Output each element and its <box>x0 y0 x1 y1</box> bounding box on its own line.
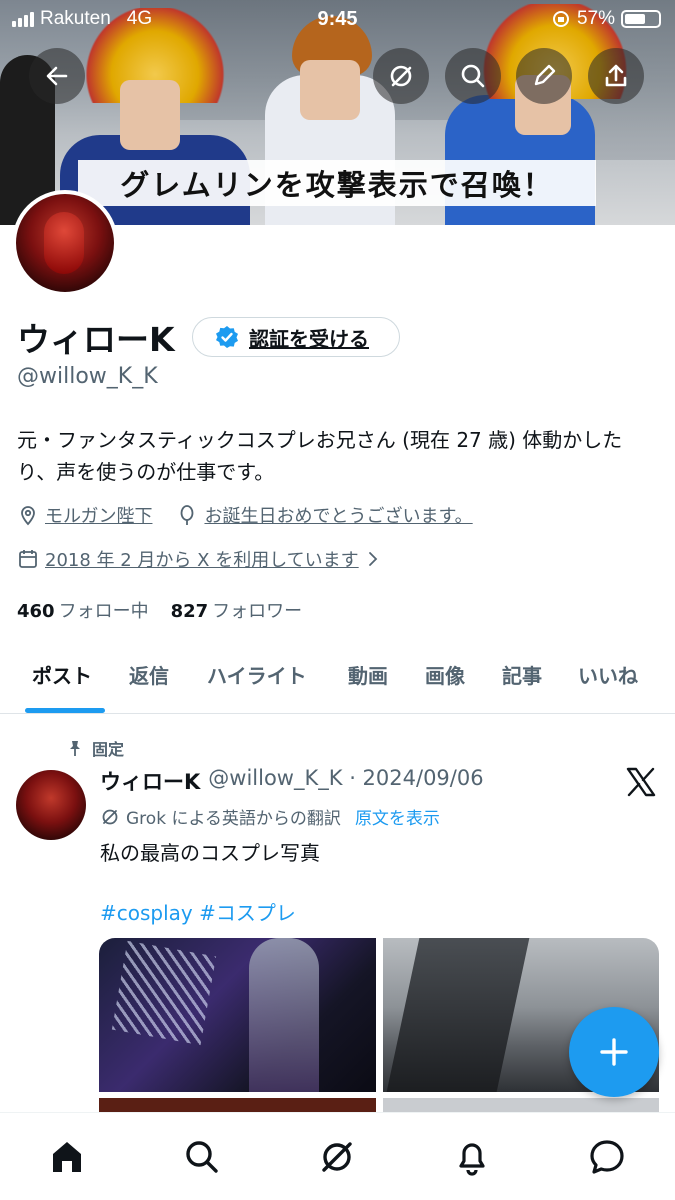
banner-figure <box>300 60 360 120</box>
back-arrow-icon <box>46 66 68 86</box>
grok-button[interactable] <box>373 48 429 104</box>
back-button[interactable] <box>29 48 85 104</box>
verified-badge-icon <box>216 326 238 348</box>
profile-handle: @willow_K_K <box>17 364 158 389</box>
x-logo-icon[interactable] <box>625 766 657 798</box>
location-icon <box>21 506 35 526</box>
following-label: フォロー中 <box>58 601 149 622</box>
balloon-icon <box>181 505 194 525</box>
plus-icon <box>600 1038 628 1066</box>
edit-icon <box>534 64 556 86</box>
tab-replies[interactable]: 返信 <box>129 660 169 689</box>
grok-icon <box>390 65 412 87</box>
bottom-nav <box>0 1112 675 1200</box>
search-button[interactable] <box>445 48 501 104</box>
home-icon <box>53 1142 81 1172</box>
profile-bio: 元・ファンタスティックコスプレお兄さん (現在 27 歳) 体動かしたり、声を使… <box>17 428 623 484</box>
verify-label: 認証を受ける <box>249 326 369 351</box>
pinned-label: 固定 <box>92 740 125 759</box>
nav-notifications[interactable] <box>450 1135 494 1179</box>
battery-percent: 57% <box>576 8 615 29</box>
chevron-right-icon <box>368 552 377 566</box>
tab-images[interactable]: 画像 <box>425 660 465 689</box>
profile-name: ウィローK <box>17 320 175 359</box>
translation-row: Grok による英語からの翻訳 原文を表示 <box>100 804 440 829</box>
nav-search[interactable] <box>180 1135 224 1179</box>
followers-link[interactable]: 827 フォロワー <box>171 597 303 623</box>
search-icon <box>461 64 485 88</box>
joined-date: 2018 年 2 月から X を利用しています <box>45 550 359 571</box>
share-button[interactable] <box>588 48 644 104</box>
grok-icon <box>102 809 118 824</box>
nav-home[interactable] <box>45 1135 89 1179</box>
profile-meta-row: モルガン陛下 お誕生日おめでとうございます。 <box>17 502 473 528</box>
profile-tabs: ポスト 返信 ハイライト 動画 画像 記事 いいね <box>0 650 675 714</box>
nav-grok[interactable] <box>315 1135 359 1179</box>
edit-button[interactable] <box>516 48 572 104</box>
tab-videos[interactable]: 動画 <box>348 660 388 689</box>
tab-highlights[interactable]: ハイライト <box>207 660 307 689</box>
follow-stats: 460 フォロー中 827 フォロワー <box>17 597 302 623</box>
post-handle-date: @willow_K_K · 2024/09/06 <box>208 766 484 790</box>
pinned-label-row: 固定 <box>66 736 124 760</box>
status-right: 57% <box>551 8 661 30</box>
verify-button[interactable]: 認証を受ける <box>192 317 400 357</box>
location-link[interactable]: モルガン陛下 <box>45 502 152 528</box>
tab-likes[interactable]: いいね <box>578 660 638 689</box>
share-icon <box>605 64 627 87</box>
post-avatar[interactable] <box>16 770 86 840</box>
followers-count: 827 <box>170 601 209 622</box>
post-hashtags[interactable]: #cosplay #コスプレ <box>100 897 296 926</box>
translation-label: Grok による英語からの翻訳 <box>126 809 341 829</box>
calendar-icon <box>19 550 37 568</box>
banner-figure <box>120 80 180 150</box>
search-icon <box>186 1141 218 1173</box>
following-link[interactable]: 460 フォロー中 <box>17 597 149 623</box>
pin-icon <box>70 741 80 756</box>
banner-caption: グレムリンを攻撃表示で召喚！ <box>78 160 596 206</box>
compose-button[interactable] <box>569 1007 659 1097</box>
show-original-link[interactable]: 原文を表示 <box>355 804 440 829</box>
status-bar: Rakuten 4G 9:45 57% <box>0 0 675 40</box>
post-author[interactable]: ウィローK <box>100 766 200 796</box>
joined-row[interactable]: 2018 年 2 月から X を利用しています <box>17 546 381 572</box>
profile-avatar[interactable] <box>12 190 118 296</box>
post-header: ウィローK @willow_K_K · 2024/09/06 <box>100 766 484 796</box>
followers-label: フォロワー <box>212 601 303 622</box>
bell-icon <box>459 1143 485 1176</box>
post-image[interactable] <box>99 938 376 1092</box>
message-icon <box>590 1140 624 1174</box>
grok-icon <box>322 1142 352 1172</box>
battery-icon <box>621 10 661 28</box>
tab-posts[interactable]: ポスト <box>32 660 92 689</box>
birthday-link[interactable]: お誕生日おめでとうございます。 <box>204 502 472 528</box>
tab-articles[interactable]: 記事 <box>502 660 542 689</box>
nav-messages[interactable] <box>585 1135 629 1179</box>
orientation-lock-icon <box>552 11 569 27</box>
following-count: 460 <box>17 601 55 622</box>
active-tab-indicator <box>25 708 105 713</box>
post-text: 私の最高のコスプレ写真 <box>100 841 320 865</box>
